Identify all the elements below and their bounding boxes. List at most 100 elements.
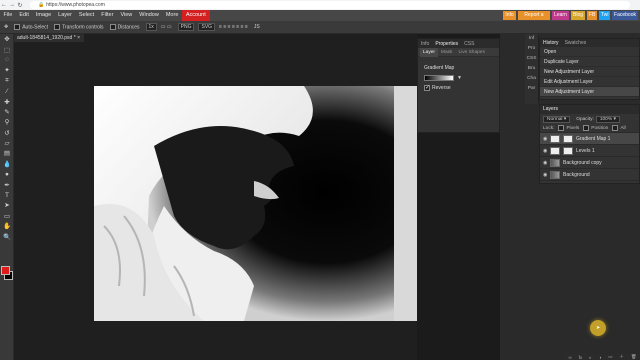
layer-effects-icon[interactable]: fx <box>579 355 583 360</box>
history-item[interactable]: Open <box>540 47 639 57</box>
learn-button[interactable]: Learn <box>552 11 569 20</box>
back-icon[interactable]: ← <box>0 2 8 8</box>
link-layers-icon[interactable]: ∞ <box>568 355 571 360</box>
forward-icon[interactable]: → <box>8 2 16 8</box>
delete-layer-icon[interactable]: 🗑 <box>631 354 637 360</box>
eyedropper-icon[interactable]: ⁄ <box>0 86 14 96</box>
subtab-live-shapes[interactable]: Live Shapes <box>455 48 487 57</box>
menu-view[interactable]: View <box>117 10 136 21</box>
dodge-tool-icon[interactable]: ● <box>0 169 14 179</box>
reverse-checkbox[interactable] <box>424 84 430 91</box>
menu-more[interactable]: More <box>162 10 182 21</box>
subtab-mask[interactable]: Mask <box>438 48 455 57</box>
document-tab[interactable]: adult-1845814_1920.psd * × <box>14 34 84 42</box>
eye-icon[interactable]: ◉ <box>543 160 550 166</box>
address-bar[interactable]: 🔒 https://www.photopea.com <box>30 1 630 9</box>
png-button[interactable]: PNG <box>177 23 195 31</box>
layer-row[interactable]: ◉ Background <box>540 169 639 181</box>
blog-button[interactable]: Blog <box>571 11 585 20</box>
path-select-icon[interactable]: ➤ <box>0 200 14 210</box>
move-tool-icon[interactable]: ✥ <box>0 34 14 44</box>
account-button[interactable]: Account <box>181 10 210 21</box>
crop-tool-icon[interactable]: ⌗ <box>0 76 14 86</box>
facebook-button[interactable]: Facebook <box>612 11 638 20</box>
blend-mode-dropdown[interactable]: Normal ▾ <box>543 115 571 123</box>
distances-option[interactable]: Distances <box>109 23 140 30</box>
history-item-current[interactable]: New Adjustment Layer <box>540 87 639 97</box>
info-button[interactable]: Info <box>503 11 516 20</box>
mini-tab-css[interactable]: CSS <box>525 54 538 64</box>
eye-icon[interactable]: ◉ <box>543 136 550 142</box>
history-item[interactable]: Duplicate Layer <box>540 57 639 67</box>
new-group-icon[interactable]: ▭ <box>608 354 612 360</box>
foreground-color-swatch[interactable] <box>1 266 10 275</box>
subtab-layer[interactable]: Layer <box>420 47 438 57</box>
reload-icon[interactable]: ↻ <box>16 2 24 9</box>
zoom-tool-icon[interactable]: 🔍 <box>0 231 14 241</box>
shape-tool-icon[interactable]: ▭ <box>0 211 14 221</box>
tab-info[interactable]: Info <box>418 40 432 48</box>
lock-position-checkbox[interactable] <box>583 125 590 131</box>
menu-image[interactable]: Image <box>32 10 54 21</box>
spot-heal-icon[interactable]: ✚ <box>0 96 14 106</box>
mini-tab-paragraph[interactable]: Par <box>525 84 538 94</box>
align-icons[interactable]: ▭ ▭ <box>161 24 172 30</box>
svg-button[interactable]: SVG <box>198 23 216 31</box>
menu-layer[interactable]: Layer <box>55 10 76 21</box>
clone-stamp-icon[interactable]: ⚲ <box>0 117 14 127</box>
zoom-dropdown[interactable]: 1x <box>145 23 157 31</box>
transform-controls-option[interactable]: Transform controls <box>54 23 104 30</box>
mini-tab-brush[interactable]: Bru <box>525 64 538 74</box>
lock-all-checkbox[interactable] <box>612 125 619 131</box>
history-item[interactable]: New Adjustment Layer <box>540 67 639 77</box>
brush-tool-icon[interactable]: ✎ <box>0 107 14 117</box>
blur-tool-icon[interactable]: 💧 <box>0 159 14 169</box>
menu-edit[interactable]: Edit <box>16 10 32 21</box>
layer-row[interactable]: ◉ Gradient Map 1 <box>540 133 639 145</box>
gradient-preview[interactable] <box>424 75 454 81</box>
tab-properties[interactable]: Properties <box>432 39 462 48</box>
opacity-field[interactable]: 100% ▾ <box>595 115 620 123</box>
mini-tab-character[interactable]: Cha <box>525 74 538 84</box>
menu-select[interactable]: Select <box>75 10 97 21</box>
eraser-icon[interactable]: ▱ <box>0 138 14 148</box>
lasso-tool-icon[interactable]: ◌ <box>0 55 14 65</box>
layer-row[interactable]: ◉ Levels 1 <box>540 145 639 157</box>
distances-checkbox[interactable] <box>109 23 116 30</box>
pen-tool-icon[interactable]: ✒ <box>0 179 14 189</box>
marquee-tool-icon[interactable]: ⬚ <box>0 44 14 54</box>
add-mask-icon[interactable]: ◐ <box>589 355 592 360</box>
menu-file[interactable]: File <box>0 10 16 21</box>
menu-filter[interactable]: Filter <box>98 10 117 21</box>
tab-css[interactable]: CSS <box>461 40 477 48</box>
hand-tool-icon[interactable]: ✋ <box>0 221 14 231</box>
fb-button[interactable]: FB <box>587 11 597 20</box>
menu-window[interactable]: Window <box>136 10 163 21</box>
layer-row[interactable]: ◉ Background copy <box>540 157 639 169</box>
history-brush-icon[interactable]: ↺ <box>0 128 14 138</box>
type-tool-icon[interactable]: T <box>0 190 14 200</box>
eye-icon[interactable]: ◉ <box>543 172 550 178</box>
eye-icon[interactable]: ◉ <box>543 148 550 154</box>
reverse-option[interactable]: Reverse <box>424 84 499 91</box>
tab-swatches[interactable]: Swatches <box>562 39 590 47</box>
distribute-icons[interactable]: ≡ ≡ ≡ ≡ ≡ ≡ ≡ <box>219 24 248 30</box>
lock-pixels-checkbox[interactable] <box>558 125 565 131</box>
js-label[interactable]: JS <box>254 24 260 30</box>
adjustment-layer-icon[interactable]: ◑ <box>599 355 602 360</box>
gradient-tool-icon[interactable]: ▤ <box>0 148 14 158</box>
auto-select-checkbox[interactable] <box>14 23 21 30</box>
gradient-dropdown-icon[interactable]: ▼ <box>457 75 462 81</box>
auto-select-option[interactable]: Auto-Select <box>14 23 48 30</box>
magic-wand-icon[interactable]: ✦ <box>0 65 14 75</box>
close-tab-icon[interactable]: × <box>77 35 80 41</box>
report-bug-button[interactable]: Report a bug <box>518 11 550 27</box>
twitter-button[interactable]: Twi <box>599 11 610 20</box>
transform-controls-checkbox[interactable] <box>54 23 61 30</box>
new-layer-icon[interactable]: ＋ <box>619 354 624 360</box>
canvas-image[interactable] <box>94 86 417 321</box>
history-item[interactable]: Edit Adjustment Layer <box>540 77 639 87</box>
tab-history[interactable]: History <box>540 39 562 47</box>
mini-tab-info[interactable]: Inf <box>525 34 538 44</box>
mini-tab-properties[interactable]: Pro <box>525 44 538 54</box>
